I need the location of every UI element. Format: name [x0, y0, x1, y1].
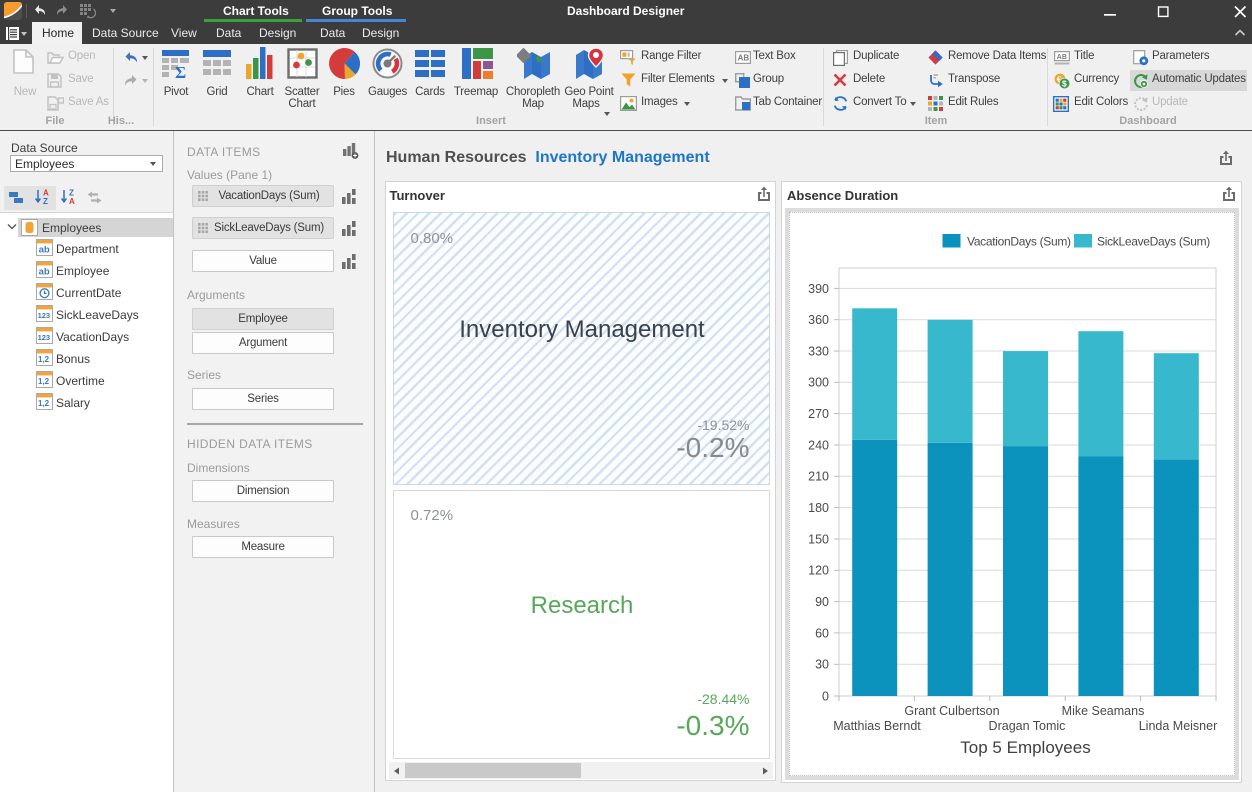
svg-text:270: 270	[808, 407, 829, 421]
svg-text:Linda Meisner: Linda Meisner	[1139, 719, 1218, 733]
svg-text:VacationDays (Sum): VacationDays (Sum)	[967, 235, 1071, 249]
svg-text:Top 5 Employees: Top 5 Employees	[960, 738, 1090, 757]
svg-text:210: 210	[808, 470, 829, 484]
svg-text:Σ: Σ	[175, 63, 186, 79]
svg-text:0: 0	[822, 689, 829, 703]
svg-text:SickLeaveDays (Sum): SickLeaveDays (Sum)	[1097, 235, 1210, 249]
svg-text:240: 240	[808, 438, 829, 452]
svg-text:60: 60	[815, 626, 829, 640]
svg-text:ab: ab	[39, 266, 50, 277]
svg-text:Z: Z	[43, 197, 48, 205]
svg-text:390: 390	[808, 282, 829, 296]
svg-text:90: 90	[815, 595, 829, 609]
svg-text:A: A	[69, 197, 75, 205]
svg-text:150: 150	[808, 532, 829, 546]
svg-text:Grant Culbertson: Grant Culbertson	[904, 704, 999, 718]
svg-text:123: 123	[38, 311, 51, 320]
svg-text:120: 120	[808, 564, 829, 578]
svg-text:123: 123	[38, 333, 51, 342]
svg-text:30: 30	[815, 658, 829, 672]
svg-text:1,2: 1,2	[38, 377, 50, 386]
svg-text:ab: ab	[39, 244, 50, 255]
svg-text:1,2: 1,2	[38, 399, 50, 408]
svg-text:1,2: 1,2	[38, 355, 50, 364]
svg-text:AB: AB	[1057, 54, 1067, 61]
svg-text:Dragan Tomic: Dragan Tomic	[989, 719, 1066, 733]
svg-text:180: 180	[808, 501, 829, 515]
svg-text:300: 300	[808, 376, 829, 390]
svg-text:AB: AB	[738, 54, 750, 63]
svg-text:330: 330	[808, 344, 829, 358]
svg-text:360: 360	[808, 313, 829, 327]
svg-text:Matthias Berndt: Matthias Berndt	[833, 719, 921, 733]
svg-text:Mike Seamans: Mike Seamans	[1062, 704, 1145, 718]
svg-text:$: $	[1062, 79, 1067, 89]
